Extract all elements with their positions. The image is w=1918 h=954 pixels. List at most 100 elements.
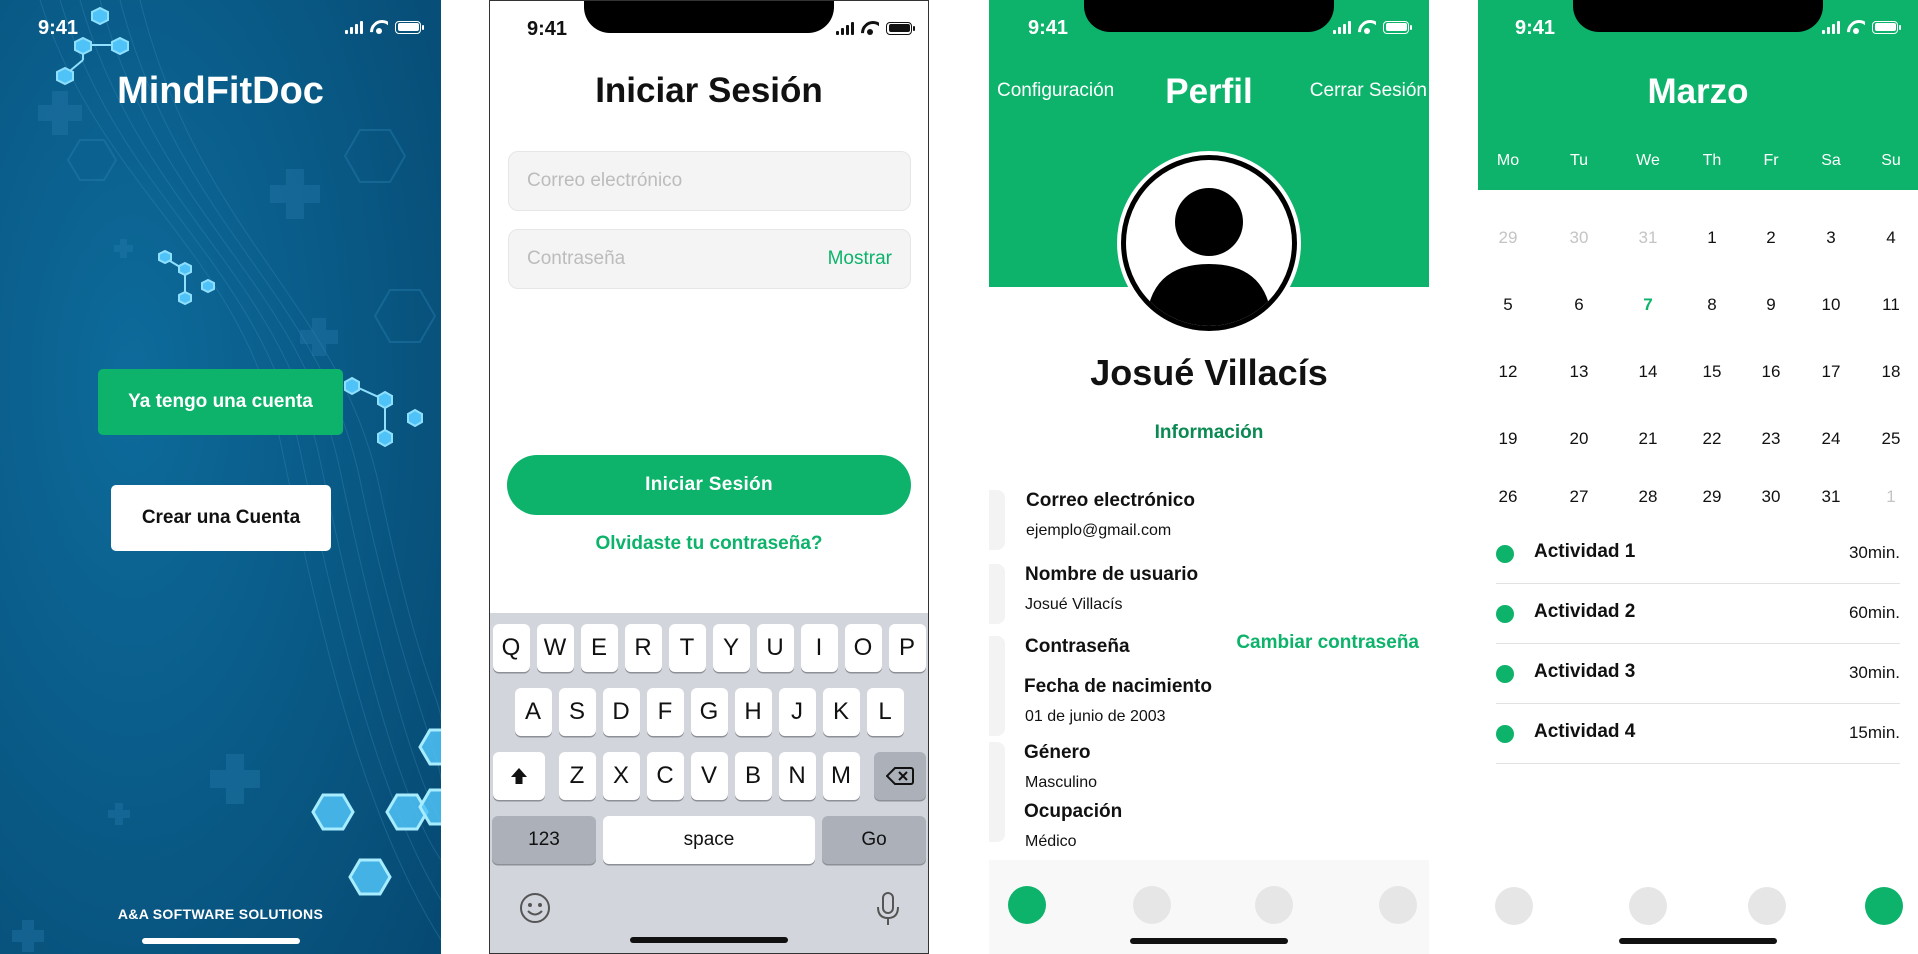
password-field[interactable]: Contraseña Mostrar (508, 229, 911, 289)
calendar-day[interactable]: 30 (1751, 487, 1791, 507)
welcome-screen: 9:41 MindFitDoc Ya tengo una cuenta Crea… (0, 0, 441, 954)
tab-1[interactable] (1495, 887, 1533, 925)
activity-item[interactable]: Actividad 1 30min. (1496, 524, 1900, 584)
key-q[interactable]: Q (492, 624, 530, 672)
tab-3[interactable] (1255, 886, 1293, 924)
calendar-day[interactable]: 20 (1559, 429, 1599, 449)
email-field[interactable]: Correo electrónico (508, 151, 911, 211)
activity-item[interactable]: Actividad 4 15min. (1496, 704, 1900, 764)
emoji-key[interactable] (518, 891, 552, 925)
wifi-icon (1847, 20, 1865, 34)
key-j[interactable]: J (778, 688, 816, 736)
activity-item[interactable]: Actividad 3 30min. (1496, 644, 1900, 704)
calendar-day[interactable]: 15 (1692, 362, 1732, 382)
home-indicator (1619, 938, 1777, 944)
calendar-day[interactable]: 5 (1488, 295, 1528, 315)
calendar-day[interactable]: 17 (1811, 362, 1851, 382)
calendar-day[interactable]: 22 (1692, 429, 1732, 449)
create-account-button[interactable]: Crear una Cuenta (111, 485, 331, 551)
key-f[interactable]: F (646, 688, 684, 736)
key-y[interactable]: Y (712, 624, 750, 672)
calendar-day[interactable]: 7 (1628, 295, 1668, 315)
calendar-day[interactable]: 29 (1488, 228, 1528, 248)
calendar-day[interactable]: 6 (1559, 295, 1599, 315)
calendar-day[interactable]: 30 (1559, 228, 1599, 248)
login-button[interactable]: Iniciar Sesión (507, 455, 911, 515)
key-i[interactable]: I (800, 624, 838, 672)
calendar-screen: 9:41 Marzo Mo Tu We Th Fr Sa Su 29 30 31 1 2 3 4 5 6 7 8… (1478, 0, 1918, 954)
occupation-value: Médico (1025, 833, 1077, 850)
key-g[interactable]: G (690, 688, 728, 736)
calendar-day[interactable]: 1 (1871, 487, 1911, 507)
activity-item[interactable]: Actividad 2 60min. (1496, 584, 1900, 644)
calendar-day[interactable]: 19 (1488, 429, 1528, 449)
calendar-day[interactable]: 21 (1628, 429, 1668, 449)
calendar-day[interactable]: 14 (1628, 362, 1668, 382)
calendar-day[interactable]: 4 (1871, 228, 1911, 248)
key-h[interactable]: H (734, 688, 772, 736)
numbers-key[interactable]: 123 (492, 816, 596, 864)
tab-3[interactable] (1748, 887, 1786, 925)
key-m[interactable]: M (822, 752, 860, 800)
wifi-icon (1358, 20, 1376, 34)
avatar[interactable] (1117, 151, 1301, 335)
key-s[interactable]: S (558, 688, 596, 736)
calendar-day[interactable]: 1 (1692, 228, 1732, 248)
go-key[interactable]: Go (822, 816, 926, 864)
key-e[interactable]: E (580, 624, 618, 672)
key-p[interactable]: P (888, 624, 926, 672)
key-w[interactable]: W (536, 624, 574, 672)
key-d[interactable]: D (602, 688, 640, 736)
calendar-day[interactable]: 29 (1692, 487, 1732, 507)
calendar-day[interactable]: 9 (1751, 295, 1791, 315)
forgot-password-link[interactable]: Olvidaste tu contraseña? (490, 533, 928, 555)
show-password-toggle[interactable]: Mostrar (828, 248, 892, 270)
calendar-day[interactable]: 10 (1811, 295, 1851, 315)
key-a[interactable]: A (514, 688, 552, 736)
key-k[interactable]: K (822, 688, 860, 736)
status-icons (345, 20, 424, 34)
calendar-day[interactable]: 16 (1751, 362, 1791, 382)
key-r[interactable]: R (624, 624, 662, 672)
calendar-day[interactable]: 31 (1811, 487, 1851, 507)
key-n[interactable]: N (778, 752, 816, 800)
backspace-key[interactable] (873, 752, 926, 800)
calendar-day[interactable]: 12 (1488, 362, 1528, 382)
key-v[interactable]: V (690, 752, 728, 800)
logout-link[interactable]: Cerrar Sesión (1310, 80, 1427, 102)
dictation-key[interactable] (874, 891, 902, 927)
shift-key[interactable] (492, 752, 545, 800)
key-l[interactable]: L (866, 688, 904, 736)
calendar-day[interactable]: 26 (1488, 487, 1528, 507)
activity-duration: 30min. (1848, 543, 1900, 562)
calendar-day[interactable]: 27 (1559, 487, 1599, 507)
calendar-day[interactable]: 3 (1811, 228, 1851, 248)
calendar-day[interactable]: 11 (1871, 295, 1911, 315)
key-o[interactable]: O (844, 624, 882, 672)
calendar-day[interactable]: 8 (1692, 295, 1732, 315)
key-c[interactable]: C (646, 752, 684, 800)
key-x[interactable]: X (602, 752, 640, 800)
calendar-day[interactable]: 23 (1751, 429, 1791, 449)
calendar-day[interactable]: 28 (1628, 487, 1668, 507)
tab-4[interactable] (1379, 886, 1417, 924)
key-t[interactable]: T (668, 624, 706, 672)
tab-2[interactable] (1629, 887, 1667, 925)
tab-information[interactable]: Información (989, 422, 1429, 444)
calendar-day[interactable]: 18 (1871, 362, 1911, 382)
key-z[interactable]: Z (558, 752, 596, 800)
calendar-day[interactable]: 13 (1559, 362, 1599, 382)
change-password-link[interactable]: Cambiar contraseña (1236, 632, 1419, 654)
calendar-day[interactable]: 2 (1751, 228, 1791, 248)
calendar-day[interactable]: 31 (1628, 228, 1668, 248)
calendar-day[interactable]: 24 (1811, 429, 1851, 449)
key-u[interactable]: U (756, 624, 794, 672)
tab-calendar[interactable] (1865, 887, 1903, 925)
key-b[interactable]: B (734, 752, 772, 800)
have-account-button[interactable]: Ya tengo una cuenta (98, 369, 343, 435)
tab-home[interactable] (1008, 886, 1046, 924)
calendar-day[interactable]: 25 (1871, 429, 1911, 449)
home-indicator (1130, 938, 1288, 944)
space-key[interactable]: space (603, 816, 815, 864)
tab-2[interactable] (1133, 886, 1171, 924)
